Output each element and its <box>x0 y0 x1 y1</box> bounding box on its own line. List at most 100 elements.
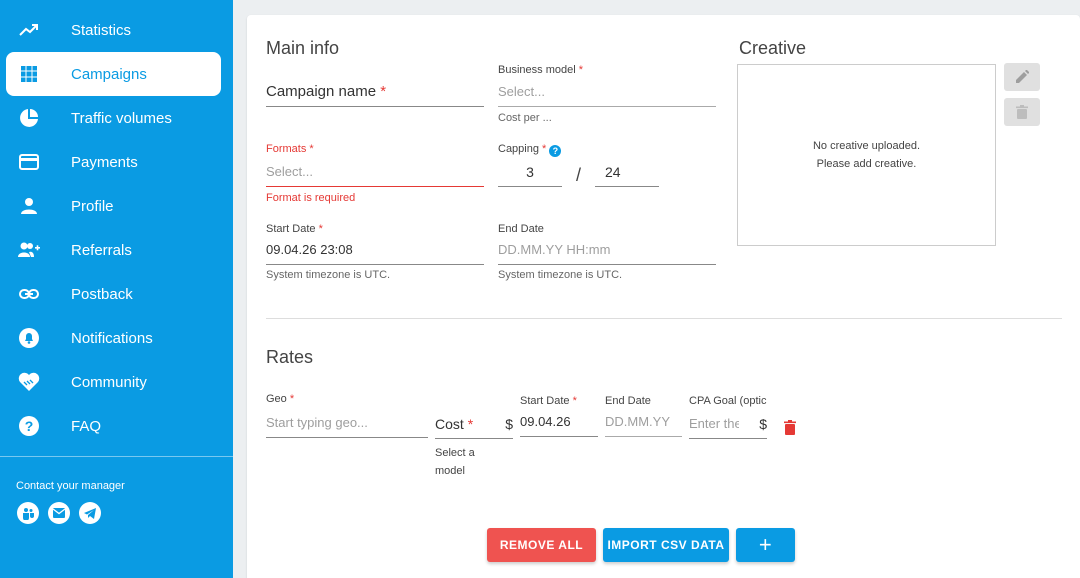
cpa-goal-placeholder: Enter the <box>689 416 739 431</box>
sidebar-item-label: Statistics <box>71 21 132 39</box>
sidebar-item-postback[interactable]: Postback <box>6 272 221 316</box>
sidebar-item-payments[interactable]: Payments <box>6 140 221 184</box>
geo-label: Geo * <box>266 393 294 405</box>
mail-icon[interactable] <box>48 502 70 524</box>
cpa-goal-input[interactable]: Enter the $ <box>689 409 767 439</box>
import-csv-button[interactable]: IMPORT CSV DATA <box>603 528 729 562</box>
sidebar-item-label: Postback <box>71 285 133 303</box>
pencil-icon <box>1016 70 1029 83</box>
capping-hours-input[interactable]: 24 <box>595 157 659 187</box>
sidebar-item-profile[interactable]: Profile <box>6 184 221 228</box>
start-date-value: 09.04.26 23:08 <box>266 242 353 257</box>
trash-icon <box>784 420 796 435</box>
contact-manager-label: Contact your manager <box>16 480 125 492</box>
trending-up-icon <box>18 19 40 41</box>
capping-hours-value: 24 <box>605 163 621 180</box>
end-date-hint: System timezone is UTC. <box>498 269 623 281</box>
required-mark: * <box>467 415 474 432</box>
geo-placeholder: Start typing geo... <box>266 415 368 430</box>
sidebar-item-label: Profile <box>71 197 114 215</box>
teams-icon[interactable] <box>17 502 39 524</box>
end-date-placeholder: DD.MM.YY HH:mm <box>498 242 611 257</box>
required-mark: * <box>578 64 583 76</box>
sidebar-item-referrals[interactable]: Referrals <box>6 228 221 272</box>
formats-placeholder: Select... <box>266 164 313 179</box>
rates-title: Rates <box>266 347 314 367</box>
sidebar-item-faq[interactable]: ? FAQ <box>6 404 221 448</box>
rate-end-date-placeholder: DD.MM.YY <box>605 414 670 429</box>
cost-hint-line1: Select a <box>435 447 475 459</box>
capping-count-value: 3 <box>526 163 534 180</box>
end-date-label: End Date <box>498 223 544 235</box>
creative-empty-line1: No creative uploaded. <box>812 140 920 152</box>
rate-end-date-label: End Date <box>605 395 651 407</box>
edit-creative-button[interactable] <box>1004 63 1040 91</box>
required-mark: * <box>542 143 547 155</box>
sidebar-item-notifications[interactable]: Notifications <box>6 316 221 360</box>
sidebar-item-label: Community <box>71 373 147 391</box>
handshake-heart-icon <box>18 371 40 393</box>
telegram-icon[interactable] <box>79 502 101 524</box>
sidebar-item-label: Campaigns <box>71 65 147 83</box>
capping-count-input[interactable]: 3 <box>498 157 562 187</box>
business-model-label: Business model * <box>498 64 583 76</box>
sidebar-item-label: Notifications <box>71 329 153 347</box>
geo-input[interactable]: Start typing geo... <box>266 408 428 438</box>
help-icon[interactable]: ? <box>549 145 562 157</box>
formats-label: Formats * <box>266 143 314 155</box>
person-icon <box>18 195 40 217</box>
formats-error: Format is required <box>266 192 356 204</box>
campaign-name-value: Campaign name <box>266 83 377 100</box>
capping-label-text: Capping <box>498 143 539 155</box>
required-mark: * <box>309 143 314 155</box>
cost-hint-line2: model <box>435 465 465 477</box>
sidebar-item-traffic-volumes[interactable]: Traffic volumes <box>6 96 221 140</box>
group-add-icon <box>18 239 40 261</box>
sidebar-item-campaigns[interactable]: Campaigns <box>6 52 221 96</box>
currency-symbol: $ <box>505 415 513 432</box>
start-date-input[interactable]: 09.04.26 23:08 <box>266 235 484 265</box>
grid-icon <box>18 63 40 85</box>
cost-label: Cost <box>435 415 464 432</box>
rate-start-date-value: 09.04.26 <box>520 414 571 429</box>
delete-rate-button[interactable] <box>784 420 796 440</box>
rate-start-date-label: Start Date * <box>520 395 577 407</box>
svg-text:?: ? <box>25 418 34 434</box>
rate-end-date-input[interactable]: DD.MM.YY <box>605 407 682 437</box>
sidebar-item-label: Traffic volumes <box>71 109 172 127</box>
start-date-label: Start Date * <box>266 223 323 235</box>
campaign-name-input[interactable]: Campaign name * <box>266 77 484 107</box>
rate-start-date-input[interactable]: 09.04.26 <box>520 407 598 437</box>
geo-label-text: Geo <box>266 393 287 405</box>
credit-card-icon <box>18 151 40 173</box>
add-rate-button[interactable]: + <box>736 528 795 562</box>
start-date-hint: System timezone is UTC. <box>266 269 391 281</box>
creative-title: Creative <box>739 38 807 58</box>
trash-icon <box>1016 105 1028 119</box>
cost-select[interactable]: Cost * $ <box>435 409 513 439</box>
sidebar-item-statistics[interactable]: Statistics <box>6 8 221 52</box>
link-icon <box>18 283 40 305</box>
cpa-goal-label: CPA Goal (optic <box>689 395 767 407</box>
formats-select[interactable]: Select... <box>266 157 484 187</box>
sidebar-item-label: FAQ <box>71 417 102 435</box>
business-model-placeholder: Select... <box>498 84 545 99</box>
sidebar-item-community[interactable]: Community <box>6 360 221 404</box>
end-date-input[interactable]: DD.MM.YY HH:mm <box>498 235 716 265</box>
main-info-title: Main info <box>266 38 340 58</box>
creative-upload-area[interactable]: No creative uploaded. Please add creativ… <box>737 64 996 246</box>
help-icon: ? <box>18 415 40 437</box>
sidebar-item-label: Referrals <box>71 241 132 259</box>
delete-creative-button[interactable] <box>1004 98 1040 126</box>
business-model-select[interactable]: Select... <box>498 77 716 107</box>
remove-all-button[interactable]: REMOVE ALL <box>487 528 596 562</box>
required-mark: * <box>289 393 295 405</box>
rate-start-date-label-text: Start Date <box>520 395 570 407</box>
creative-empty-line2: Please add creative. <box>816 158 917 170</box>
cost-hint: Select a model <box>435 444 475 480</box>
capping-separator: / <box>576 165 582 185</box>
pie-chart-icon <box>18 107 40 129</box>
sidebar: Statistics Campaigns Traffic volumes Pay… <box>0 0 233 578</box>
capping-label: Capping *? <box>498 143 562 157</box>
campaign-form-card: Main info Campaign name * Business model… <box>247 15 1080 578</box>
